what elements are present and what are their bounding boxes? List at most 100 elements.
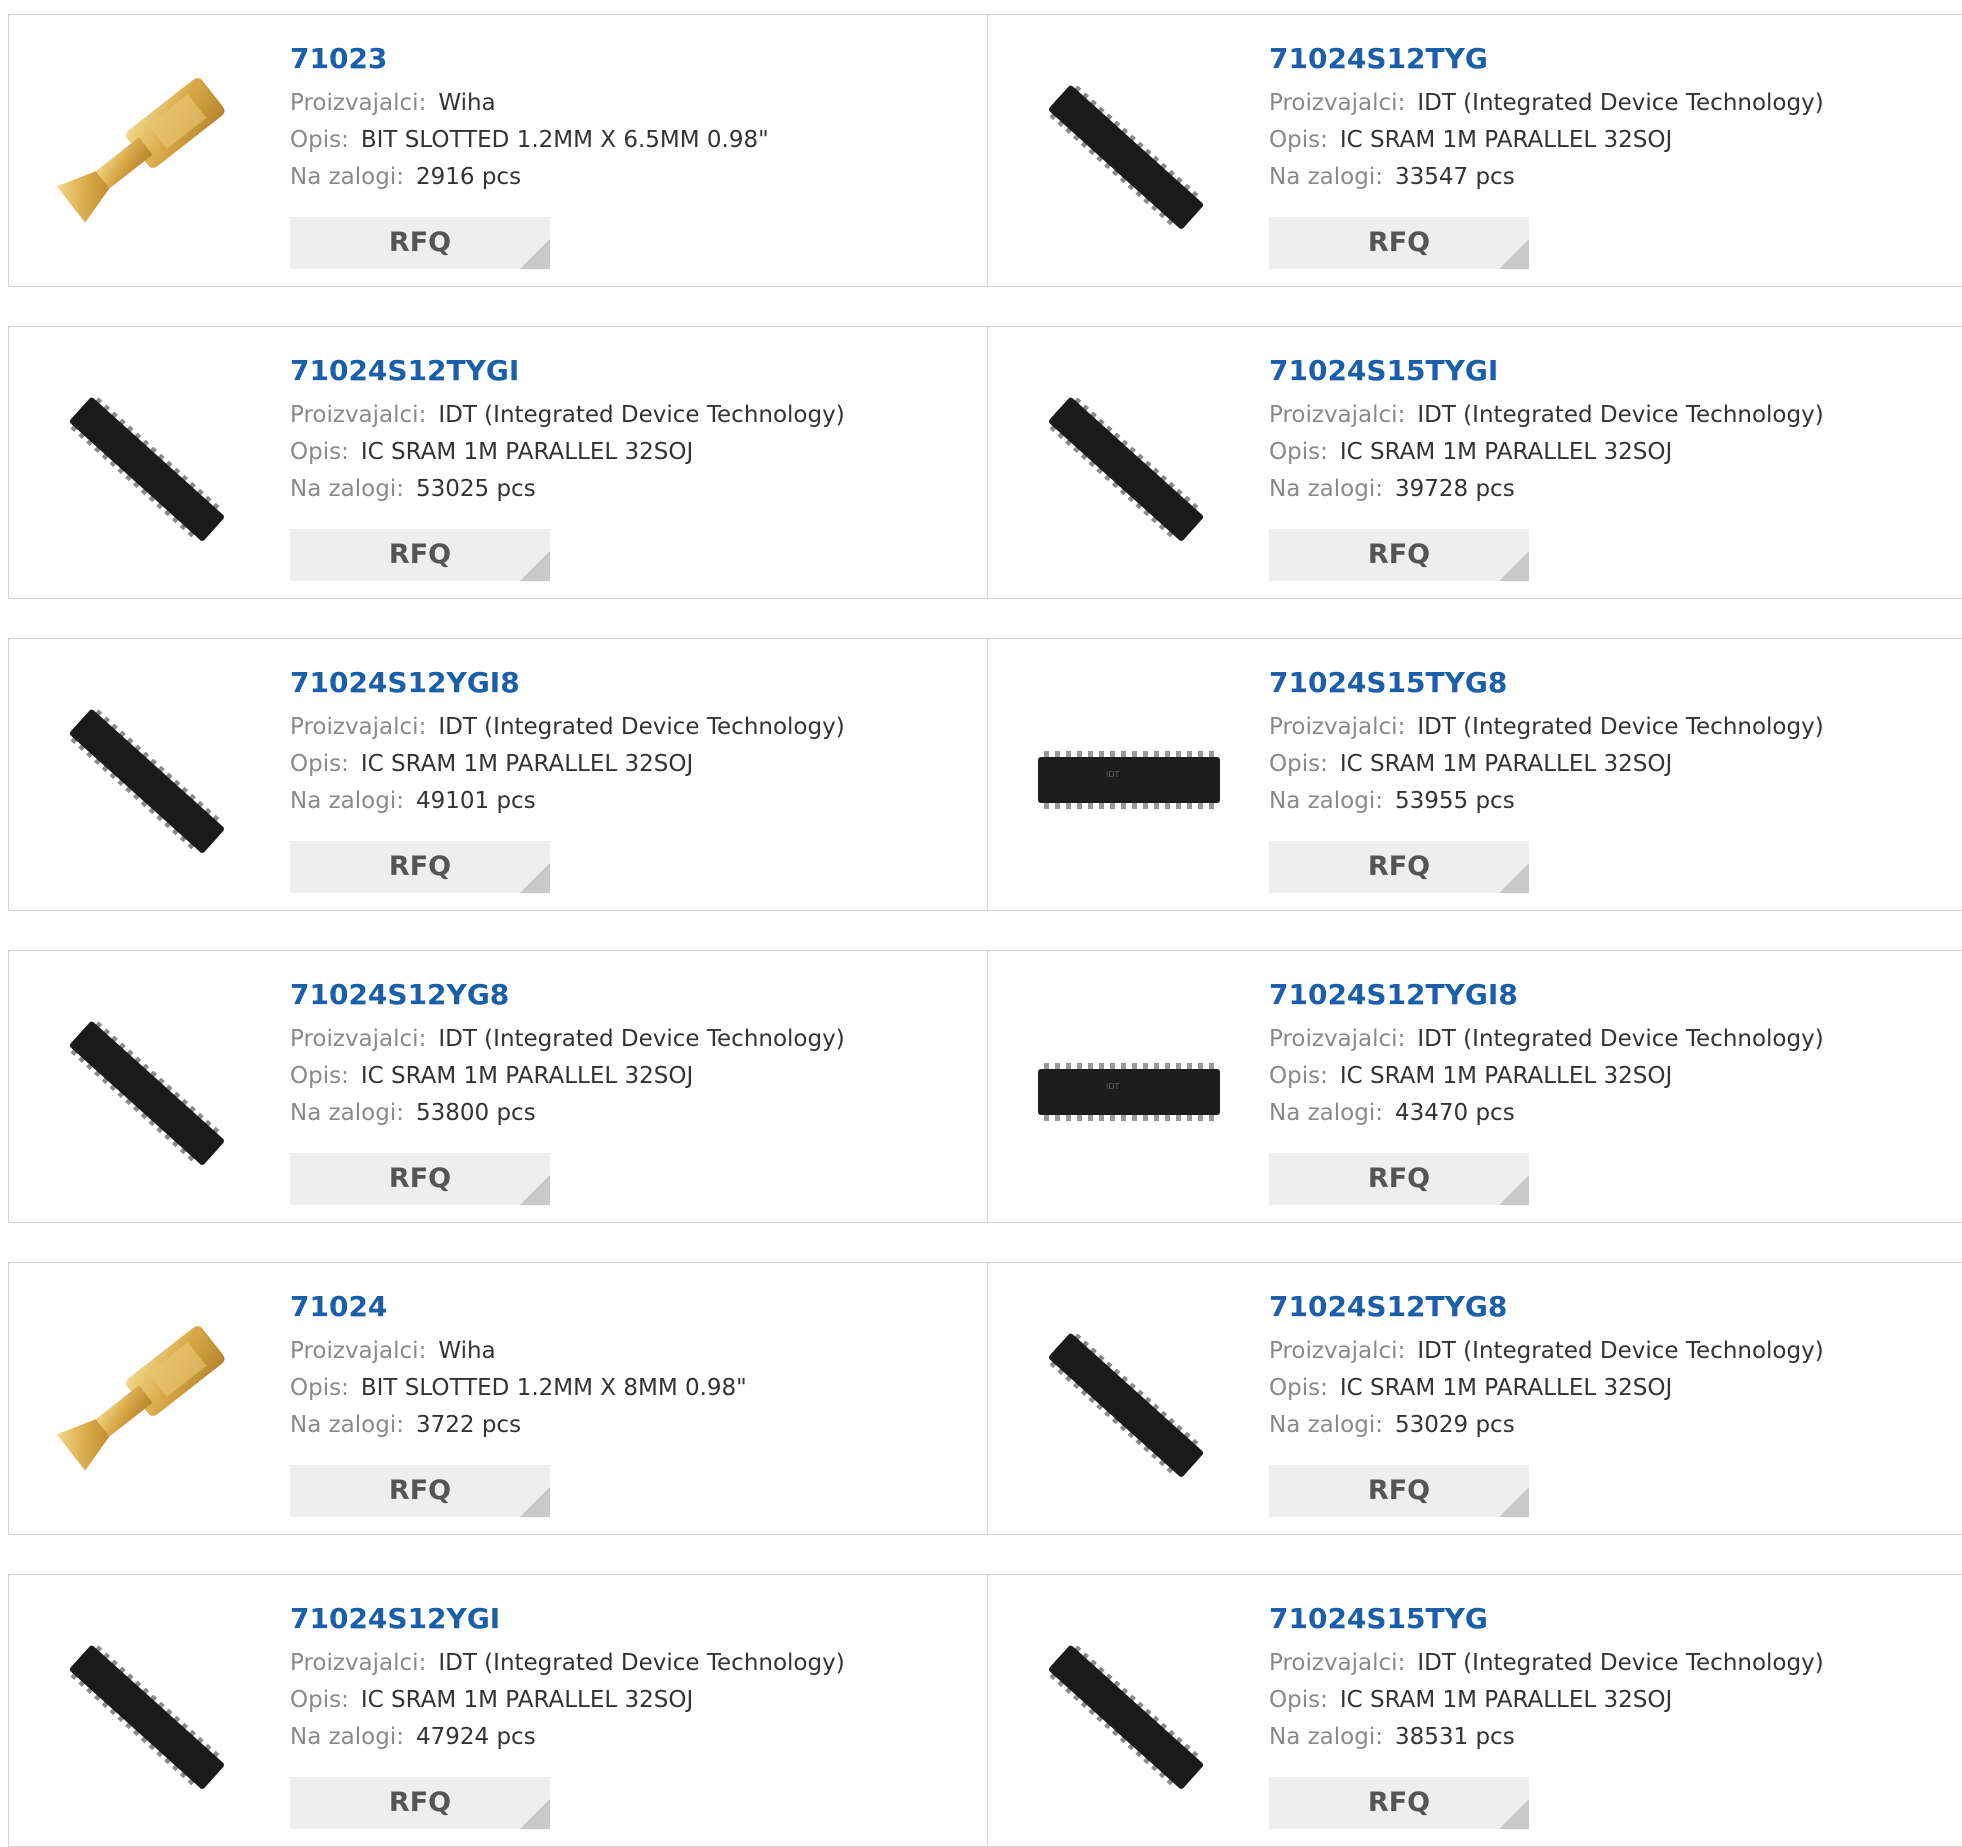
ic-chip-angled-icon[interactable] [1026, 53, 1231, 258]
description-value: IC SRAM 1M PARALLEL 32SOJ [1339, 127, 1673, 153]
description-line: Opis: IC SRAM 1M PARALLEL 32SOJ [1269, 1058, 1824, 1095]
description-label: Opis: [1269, 127, 1328, 153]
part-number-link[interactable]: 71024S12TYG8 [1269, 1289, 1824, 1325]
description-value: BIT SLOTTED 1.2MM X 6.5MM 0.98" [360, 127, 769, 153]
stock-line: Na zalogi: 3722 pcs [290, 1407, 747, 1444]
product-info: 71024S15TYGI Proizvajalci: IDT (Integrated… [1269, 353, 1824, 508]
part-number-link[interactable]: 71023 [290, 41, 769, 77]
screwdriver-bit-icon[interactable] [47, 53, 252, 258]
product-card: 71023 Proizvajalci: Wiha Opis: BIT SLOTTED 1… [9, 15, 986, 286]
manufacturer-value: IDT (Integrated Device Technology) [438, 1650, 845, 1676]
rfq-button[interactable]: RFQ [1269, 217, 1529, 269]
manufacturer-label: Proizvajalci: [1269, 402, 1406, 428]
description-label: Opis: [1269, 751, 1328, 777]
stock-value: 43470 pcs [1394, 1100, 1515, 1126]
product-info: 71024S12TYGI Proizvajalci: IDT (Integrated… [290, 353, 845, 508]
part-number-link[interactable]: 71024S12TYGI8 [1269, 977, 1824, 1013]
rfq-button[interactable]: RFQ [1269, 1777, 1529, 1829]
manufacturer-value: IDT (Integrated Device Technology) [1417, 402, 1824, 428]
manufacturer-value: Wiha [438, 90, 496, 116]
product-info: 71024S15TYG8 Proizvajalci: IDT (Integrated… [1269, 665, 1824, 820]
product-info: 71024S15TYG Proizvajalci: IDT (Integrated … [1269, 1601, 1824, 1756]
manufacturer-line: Proizvajalci: IDT (Integrated Device Tech… [1269, 1645, 1824, 1682]
description-label: Opis: [290, 1375, 349, 1401]
manufacturer-value: IDT (Integrated Device Technology) [438, 402, 845, 428]
rfq-button[interactable]: RFQ [1269, 529, 1529, 581]
manufacturer-line: Proizvajalci: IDT (Integrated Device Tech… [1269, 1333, 1824, 1370]
stock-label: Na zalogi: [1269, 164, 1383, 190]
stock-line: Na zalogi: 33547 pcs [1269, 159, 1824, 196]
stock-label: Na zalogi: [290, 476, 404, 502]
ic-chip-angled-icon[interactable] [1026, 1301, 1231, 1506]
part-number-link[interactable]: 71024S15TYGI [1269, 353, 1824, 389]
part-number-link[interactable]: 71024S12TYGI [290, 353, 845, 389]
rfq-button[interactable]: RFQ [290, 1153, 550, 1205]
product-card: 71024S12YGI Proizvajalci: IDT (Integrated … [9, 1575, 986, 1846]
ic-chip-flat-icon[interactable]: IDT [1026, 989, 1231, 1194]
part-number-link[interactable]: 71024S15TYG8 [1269, 665, 1824, 701]
ic-chip-angled-icon[interactable] [47, 677, 252, 882]
ic-chip-angled-icon[interactable] [47, 365, 252, 570]
product-card: IDT 71024S12TYGI8 Proizvajalci: IDT (Integr… [987, 951, 1962, 1222]
stock-value: 33547 pcs [1394, 164, 1515, 190]
manufacturer-line: Proizvajalci: IDT (Integrated Device Tech… [290, 1645, 845, 1682]
ic-chip-angled-icon[interactable] [1026, 365, 1231, 570]
manufacturer-label: Proizvajalci: [290, 90, 427, 116]
description-value: IC SRAM 1M PARALLEL 32SOJ [360, 439, 694, 465]
manufacturer-label: Proizvajalci: [290, 1026, 427, 1052]
product-row: 71024S12YG8 Proizvajalci: IDT (Integrated … [8, 950, 1962, 1223]
part-number-link[interactable]: 71024S12YGI [290, 1601, 845, 1637]
description-label: Opis: [1269, 1687, 1328, 1713]
product-info: 71024S12YGI Proizvajalci: IDT (Integrated … [290, 1601, 845, 1756]
manufacturer-line: Proizvajalci: IDT (Integrated Device Tech… [1269, 85, 1824, 122]
stock-value: 38531 pcs [1394, 1724, 1515, 1750]
description-line: Opis: IC SRAM 1M PARALLEL 32SOJ [1269, 1682, 1824, 1719]
stock-label: Na zalogi: [290, 1412, 404, 1438]
ic-chip-angled-icon[interactable] [1026, 1613, 1231, 1818]
manufacturer-value: IDT (Integrated Device Technology) [1417, 90, 1824, 116]
stock-value: 53955 pcs [1394, 788, 1515, 814]
description-value: IC SRAM 1M PARALLEL 32SOJ [1339, 1063, 1673, 1089]
description-line: Opis: IC SRAM 1M PARALLEL 32SOJ [290, 434, 845, 471]
product-info: 71024S12TYGI8 Proizvajalci: IDT (Integrate… [1269, 977, 1824, 1132]
rfq-button[interactable]: RFQ [290, 217, 550, 269]
screwdriver-bit-icon[interactable] [47, 1301, 252, 1506]
part-number-link[interactable]: 71024 [290, 1289, 747, 1325]
rfq-button[interactable]: RFQ [290, 1465, 550, 1517]
part-number-link[interactable]: 71024S15TYG [1269, 1601, 1824, 1637]
product-row: 71024S12YGI Proizvajalci: IDT (Integrated … [8, 1574, 1962, 1847]
manufacturer-value: IDT (Integrated Device Technology) [438, 1026, 845, 1052]
ic-chip-flat-icon[interactable]: IDT [1026, 677, 1231, 882]
product-card: IDT 71024S15TYG8 Proizvajalci: IDT (Integra… [987, 639, 1962, 910]
stock-value: 53025 pcs [415, 476, 536, 502]
stock-line: Na zalogi: 53029 pcs [1269, 1407, 1824, 1444]
product-card: 71024S12YGI8 Proizvajalci: IDT (Integrated… [9, 639, 986, 910]
product-info: 71023 Proizvajalci: Wiha Opis: BIT SLOTTED 1… [290, 41, 769, 196]
part-number-link[interactable]: 71024S12YG8 [290, 977, 845, 1013]
rfq-button[interactable]: RFQ [1269, 841, 1529, 893]
manufacturer-label: Proizvajalci: [290, 402, 427, 428]
description-label: Opis: [290, 1687, 349, 1713]
ic-chip-angled-icon[interactable] [47, 989, 252, 1194]
manufacturer-value: IDT (Integrated Device Technology) [438, 714, 845, 740]
stock-line: Na zalogi: 53025 pcs [290, 471, 845, 508]
stock-value: 49101 pcs [415, 788, 536, 814]
description-value: IC SRAM 1M PARALLEL 32SOJ [360, 751, 694, 777]
manufacturer-label: Proizvajalci: [1269, 90, 1406, 116]
rfq-button[interactable]: RFQ [1269, 1465, 1529, 1517]
svg-text:IDT: IDT [1106, 770, 1120, 779]
rfq-button[interactable]: RFQ [290, 529, 550, 581]
rfq-button[interactable]: RFQ [1269, 1153, 1529, 1205]
description-value: IC SRAM 1M PARALLEL 32SOJ [1339, 1687, 1673, 1713]
part-number-link[interactable]: 71024S12TYG [1269, 41, 1824, 77]
rfq-button[interactable]: RFQ [290, 1777, 550, 1829]
part-number-link[interactable]: 71024S12YGI8 [290, 665, 845, 701]
product-card: 71024 Proizvajalci: Wiha Opis: BIT SLOTTED 1… [9, 1263, 986, 1534]
svg-text:IDT: IDT [1106, 1082, 1120, 1091]
product-card: 71024S15TYGI Proizvajalci: IDT (Integrated… [987, 327, 1962, 598]
rfq-button[interactable]: RFQ [290, 841, 550, 893]
ic-chip-angled-icon[interactable] [47, 1613, 252, 1818]
manufacturer-label: Proizvajalci: [1269, 1026, 1406, 1052]
stock-value: 3722 pcs [415, 1412, 522, 1438]
stock-line: Na zalogi: 39728 pcs [1269, 471, 1824, 508]
